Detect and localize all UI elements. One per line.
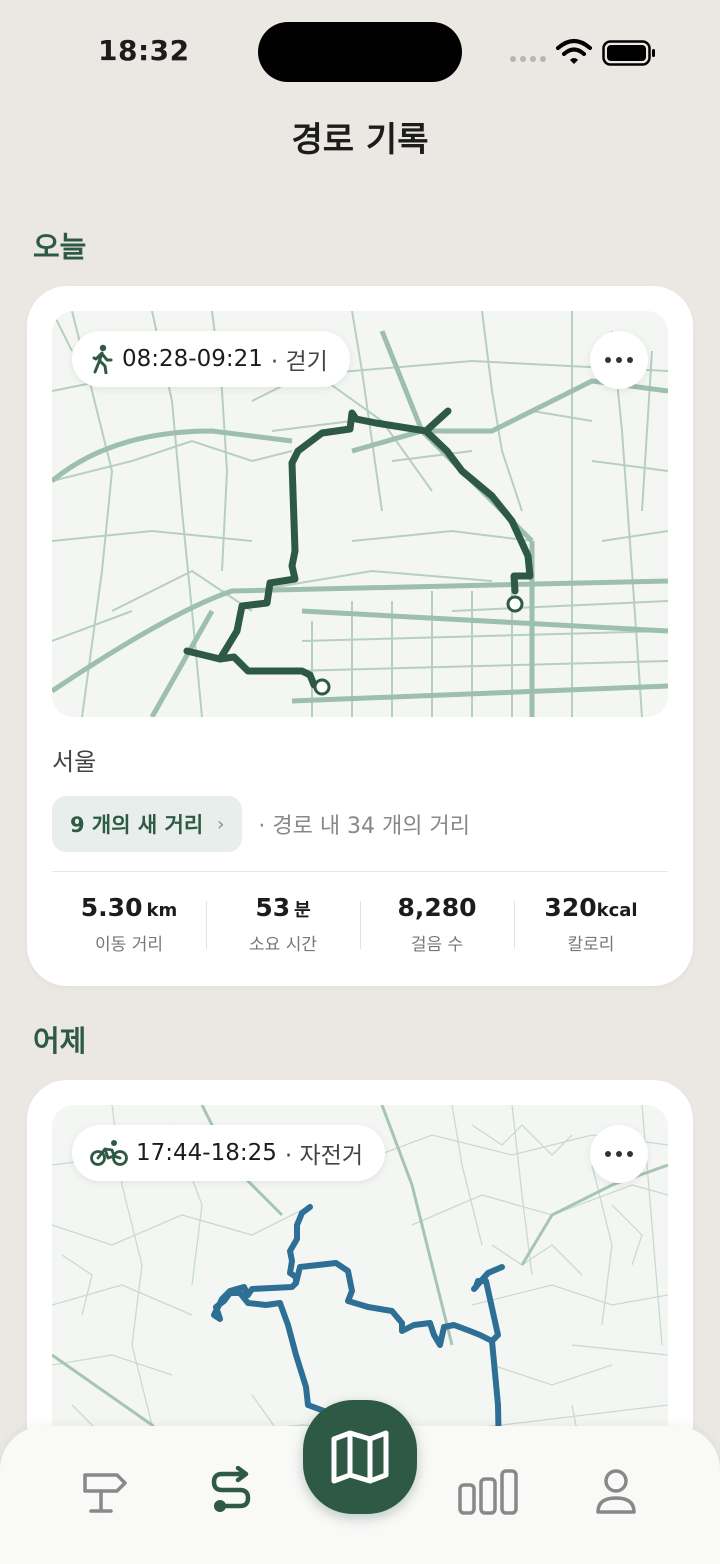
new-distance-label: 9 개의 새 거리 (70, 813, 204, 837)
nav-item-profile[interactable] (586, 1462, 646, 1522)
stat-value: 320 (544, 893, 597, 922)
stat-label: 걸음 수 (410, 935, 464, 955)
chevron-right-icon: › (217, 813, 225, 835)
stat-value: 5.30 (80, 893, 143, 922)
stat-duration: 53 분 소요 시간 (206, 893, 360, 955)
stat-unit: km (146, 900, 178, 921)
route-start-marker (506, 595, 524, 613)
nav-item-routes[interactable] (202, 1462, 262, 1522)
page-title: 경로 기록 (291, 120, 429, 160)
distance-row: 9 개의 새 거리 › · 경로 내 34 개의 거리 (52, 796, 470, 852)
map-icon (331, 1430, 389, 1484)
stat-label: 이동 거리 (95, 935, 163, 955)
profile-icon (596, 1469, 636, 1514)
bar-chart-icon (458, 1469, 518, 1515)
divider (52, 871, 668, 872)
stat-calories: 320kcal 칼로리 (514, 893, 668, 955)
section-label-yesterday: 어제 (33, 1024, 87, 1058)
route-icon (211, 1466, 251, 1512)
route-stats: 5.30 km 이동 거리 53 분 소요 시간 8,280 걸음 수 320kca… (52, 893, 668, 955)
route-map[interactable]: 08:28-09:21 · 걷기 (52, 311, 668, 717)
map-button[interactable] (303, 1400, 417, 1514)
route-location: 서울 (52, 748, 97, 776)
new-distance-chip[interactable]: 9 개의 새 거리 › (52, 796, 243, 852)
distance-note: · 경로 내 34 개의 거리 (258, 814, 470, 839)
bicycle-icon (90, 1140, 128, 1166)
route-end-marker (313, 678, 331, 696)
stat-value: 53 (255, 893, 291, 922)
stat-steps: 8,280 걸음 수 (360, 893, 514, 955)
route-time-range: 17:44-18:25 (136, 1140, 277, 1166)
walking-icon (92, 344, 113, 374)
more-icon (605, 357, 611, 363)
stat-unit: 분 (294, 900, 311, 921)
stat-label: 칼로리 (567, 935, 615, 955)
more-icon (605, 1151, 611, 1157)
stat-distance: 5.30 km 이동 거리 (52, 893, 206, 955)
route-activity-type: · 자전거 (284, 1143, 363, 1169)
nav-item-stats[interactable] (458, 1462, 518, 1522)
status-bar: 18:32 (0, 0, 720, 100)
cellular-signal-icon (510, 56, 546, 62)
route-time-pill: 17:44-18:25 · 자전거 (72, 1125, 385, 1181)
more-options-button[interactable] (590, 331, 648, 389)
stat-unit: kcal (596, 900, 638, 921)
nav-item-signpost[interactable] (74, 1462, 134, 1522)
route-activity-type: · 걷기 (270, 349, 328, 375)
section-label-today: 오늘 (33, 230, 87, 264)
signpost-icon (83, 1473, 127, 1513)
wifi-icon (556, 39, 592, 64)
route-card-today[interactable]: 08:28-09:21 · 걷기 서울 9 개의 새 거리 › · 경로 내 3… (27, 286, 693, 986)
stat-label: 소요 시간 (249, 935, 317, 955)
more-options-button[interactable] (590, 1125, 648, 1183)
status-time: 18:32 (98, 34, 190, 67)
route-time-pill: 08:28-09:21 · 걷기 (72, 331, 350, 387)
stat-value: 8,280 (397, 893, 477, 922)
dynamic-island (258, 22, 462, 82)
battery-icon (602, 40, 655, 66)
route-time-range: 08:28-09:21 (122, 346, 263, 372)
